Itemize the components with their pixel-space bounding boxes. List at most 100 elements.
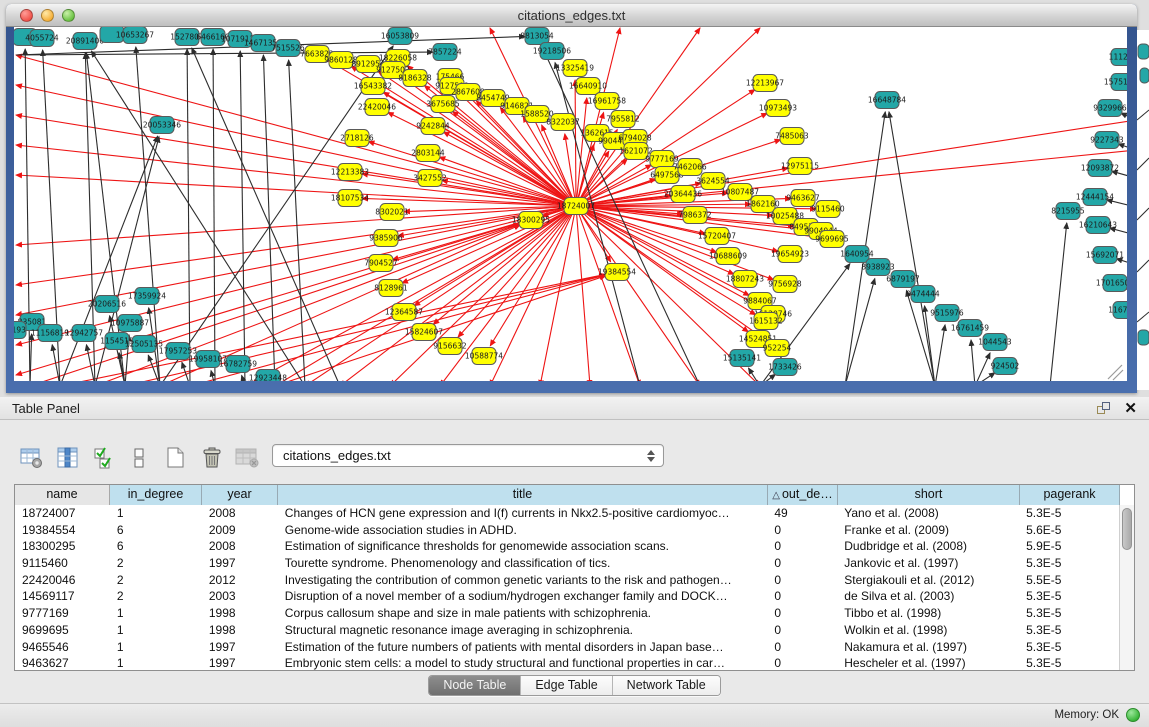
graph-edge[interactable] [576, 206, 590, 381]
graph-node[interactable]: 19654923 [771, 246, 809, 263]
table-row[interactable]: 911546021997Tourette syndrome. Phenomeno… [15, 555, 1119, 572]
column-header-pagerank[interactable]: pagerank [1020, 485, 1120, 505]
table-row[interactable]: 2242004622012Investigating the contribut… [15, 572, 1119, 589]
table-cell[interactable]: Yano et al. (2008) [837, 505, 1019, 522]
graph-edge[interactable] [845, 279, 875, 381]
table-cell[interactable]: 18300295 [15, 538, 110, 555]
graph-node[interactable]: 8322037 [546, 114, 580, 131]
column-header-title[interactable]: title [278, 485, 768, 505]
table-cell[interactable]: 2012 [202, 572, 278, 589]
graph-node[interactable]: 8215955 [1051, 203, 1085, 220]
column-header-name[interactable]: name [15, 485, 110, 505]
graph-node[interactable]: 7955812 [606, 111, 640, 128]
graph-edge[interactable] [1116, 259, 1127, 265]
graph-node[interactable]: 6879197 [886, 271, 920, 288]
table-cell[interactable]: 5.3E-5 [1019, 605, 1119, 622]
graph-node[interactable]: 9756928 [768, 276, 802, 293]
graph-node[interactable]: 19384554 [598, 264, 636, 281]
table-cell[interactable]: 6 [110, 522, 202, 539]
close-panel-icon[interactable]: ✕ [1124, 399, 1137, 417]
table-cell[interactable]: 9777169 [15, 605, 110, 622]
table-row[interactable]: 977716911998Corpus callosum shape and si… [15, 605, 1119, 622]
graph-node[interactable]: 9329966 [1093, 100, 1127, 117]
graph-node[interactable]: 18107534 [331, 190, 369, 207]
graph-node[interactable]: 9156632 [433, 338, 467, 355]
select-all-icon[interactable] [88, 443, 120, 473]
table-cell[interactable]: 9115460 [15, 555, 110, 572]
table-cell[interactable]: 1997 [202, 555, 278, 572]
table-row[interactable]: 969969511998Structural magnetic resonanc… [15, 622, 1119, 639]
graph-edge[interactable] [240, 51, 245, 381]
table-cell[interactable]: 22420046 [15, 572, 110, 589]
graph-node[interactable]: 19218506 [533, 43, 571, 60]
network-window-titlebar[interactable]: citations_edges.txt [6, 4, 1137, 27]
table-cell[interactable]: 5.9E-5 [1019, 538, 1119, 555]
table-cell[interactable]: 5.5E-5 [1019, 572, 1119, 589]
table-cell[interactable]: 2009 [202, 522, 278, 539]
graph-node[interactable]: 12213383 [331, 164, 369, 181]
table-settings-icon[interactable] [16, 443, 48, 473]
table-cell[interactable]: 5.3E-5 [1019, 505, 1119, 522]
graph-edge[interactable] [289, 60, 305, 381]
graph-edge[interactable] [935, 325, 945, 381]
graph-node[interactable]: 9699695 [815, 231, 849, 248]
table-cell[interactable]: 18724007 [15, 505, 110, 522]
table-cell[interactable]: 5.3E-5 [1019, 588, 1119, 605]
table-cell[interactable]: Tibbo et al. (1998) [837, 605, 1019, 622]
graph-node[interactable]: 12942757 [65, 325, 103, 342]
table-cell[interactable]: 2008 [202, 505, 278, 522]
table-cell[interactable]: Investigating the contribution of common… [278, 572, 768, 589]
graph-node[interactable]: 8128961 [374, 280, 408, 297]
table-cell[interactable]: Structural magnetic resonance image aver… [278, 622, 768, 639]
graph-node[interactable]: 16961758 [588, 93, 626, 110]
table-cell[interactable]: Wolkin et al. (1998) [837, 622, 1019, 639]
graph-node[interactable]: 20206516 [88, 296, 126, 313]
graph-node[interactable]: 7857224 [428, 44, 462, 61]
graph-node[interactable]: 9515976 [930, 305, 964, 322]
graph-node[interactable]: 1615132 [749, 313, 783, 330]
table-cell[interactable]: 5.3E-5 [1019, 639, 1119, 656]
graph-node[interactable]: 12213967 [746, 75, 784, 92]
graph-node[interactable]: 15720407 [698, 228, 736, 245]
graph-node[interactable]: 10688609 [709, 248, 747, 265]
table-scrollbar[interactable] [1119, 505, 1134, 670]
unselect-all-icon[interactable] [124, 443, 156, 473]
graph-node[interactable]: 12093872 [1081, 160, 1119, 177]
graph-node[interactable]: 12444154 [1076, 189, 1114, 206]
graph-node[interactable]: 16543382 [354, 78, 392, 95]
table-cell[interactable]: 5.3E-5 [1019, 622, 1119, 639]
table-cell[interactable]: 2 [110, 572, 202, 589]
table-cell[interactable]: 1 [110, 605, 202, 622]
graph-node[interactable]: 924502 [991, 358, 1020, 375]
table-cell[interactable]: 1 [110, 655, 202, 670]
graph-edge[interactable] [540, 206, 576, 381]
graph-node[interactable]: 9474444 [906, 286, 940, 303]
tab-node-table[interactable]: Node Table [429, 676, 521, 695]
graph-edge[interactable] [576, 206, 640, 381]
graph-edge[interactable] [95, 224, 520, 381]
graph-node[interactable]: 15824607 [405, 324, 443, 341]
column-header-short[interactable]: short [838, 485, 1020, 505]
table-cell[interactable]: 0 [767, 622, 837, 639]
graph-node[interactable]: 12923448 [249, 370, 287, 382]
graph-node[interactable]: 9227343 [1090, 132, 1124, 149]
table-cell[interactable]: 0 [767, 572, 837, 589]
table-cell[interactable]: Embryonic stem cells: a model to study s… [278, 655, 768, 670]
graph-node[interactable]: 22420046 [358, 99, 396, 116]
graph-node[interactable]: 7515526 [271, 40, 305, 57]
graph-node[interactable]: 20364436 [664, 186, 702, 203]
graph-node[interactable]: 7904527 [364, 255, 398, 272]
table-cell[interactable]: 1998 [202, 605, 278, 622]
graph-node[interactable]: 16210643 [1079, 217, 1117, 234]
graph-edge[interactable] [1050, 223, 1067, 381]
table-cell[interactable]: Changes of HCN gene expression and I(f) … [278, 505, 768, 522]
table-cell[interactable]: Jankovic et al. (1997) [837, 555, 1019, 572]
table-row[interactable]: 1830029562008Estimation of significance … [15, 538, 1119, 555]
table-cell[interactable]: 1997 [202, 655, 278, 670]
table-row[interactable]: 1872400712008Changes of HCN gene express… [15, 505, 1119, 522]
citation-network-graph[interactable]: 1872400718300295193845547663822986012889… [14, 27, 1127, 381]
column-header-out_de[interactable]: △out_de… [768, 485, 838, 505]
graph-node[interactable]: 13325419 [556, 60, 594, 77]
table-row[interactable]: 946554611997Estimation of the future num… [15, 639, 1119, 656]
new-row-icon[interactable] [160, 443, 192, 473]
